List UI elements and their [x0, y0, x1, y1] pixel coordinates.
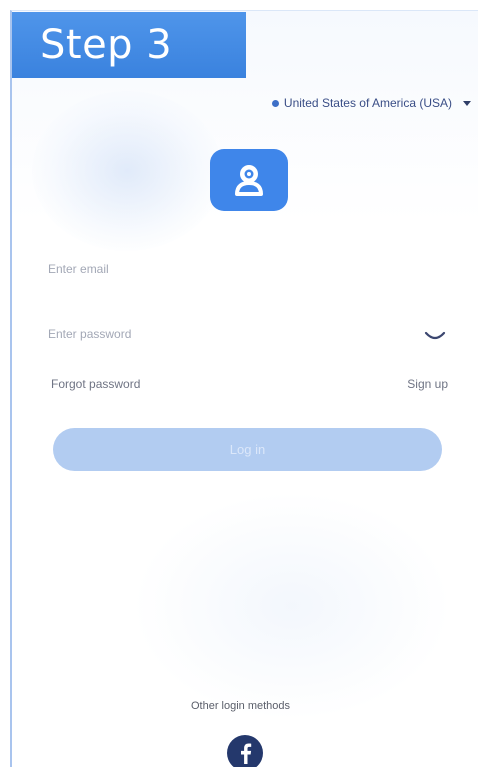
region-selector[interactable]: United States of America (USA) — [271, 96, 471, 110]
facebook-login-button[interactable] — [227, 735, 263, 767]
forgot-password-link[interactable]: Forgot password — [51, 377, 140, 391]
background-glow — [32, 91, 222, 251]
facebook-icon — [241, 743, 252, 764]
login-button-label: Log in — [229, 442, 266, 457]
email-field[interactable]: Enter email — [48, 262, 444, 276]
region-selected-label: United States of America (USA) — [283, 96, 452, 110]
sign-up-link[interactable]: Sign up — [407, 377, 448, 391]
login-button[interactable]: Log in — [53, 428, 442, 471]
other-login-methods-label: Other login methods — [190, 700, 291, 712]
location-dot-icon — [271, 99, 279, 107]
step-banner: Step 3 — [12, 12, 246, 78]
eye-closed-icon[interactable] — [424, 331, 446, 343]
background-glow — [132, 491, 452, 721]
app-logo — [210, 149, 288, 211]
password-placeholder: Enter password — [48, 327, 132, 341]
password-field[interactable]: Enter password — [48, 327, 444, 341]
step-label: Step 3 — [40, 22, 173, 68]
caret-down-icon — [463, 100, 471, 106]
login-page: Step 3 United States of America (USA) En… — [0, 0, 481, 767]
email-placeholder: Enter email — [48, 262, 109, 276]
camera-user-icon — [235, 165, 263, 196]
